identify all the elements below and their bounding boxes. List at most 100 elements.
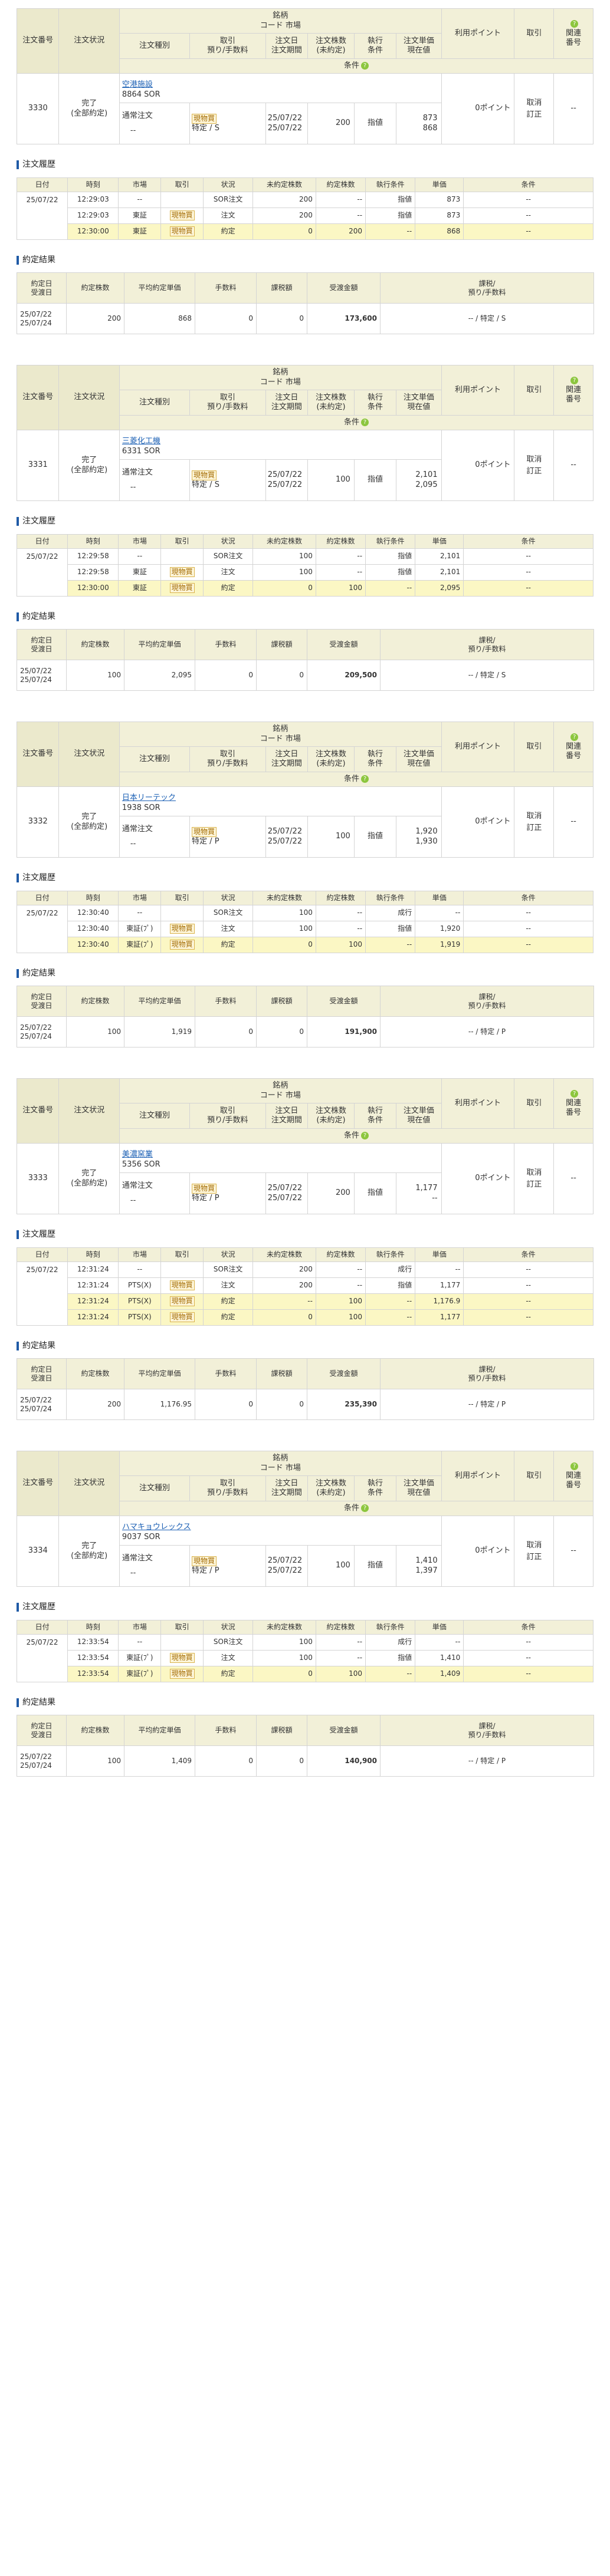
history-filled-text: -- — [357, 908, 363, 917]
order-type: 通常注文 — [122, 468, 153, 477]
question-circle-icon[interactable]: ? — [570, 19, 579, 28]
question-circle-icon[interactable]: ? — [570, 376, 579, 384]
question-circle-icon[interactable]: ? — [570, 733, 579, 741]
stock-name-link[interactable]: 日本リーテック — [122, 793, 176, 802]
price-cell: 2,101 2,095 — [396, 459, 442, 501]
modify-link[interactable]: 訂正 — [526, 110, 542, 119]
stock-header: 銘柄 — [273, 368, 288, 377]
th-date-period-2: 注文期間 — [271, 1116, 302, 1125]
history-filled: -- — [315, 191, 366, 208]
stock-cell: 三菱化工機 6331 SOR — [119, 430, 442, 460]
history-unfilled-text: 200 — [299, 1281, 313, 1289]
cancel-link[interactable]: 取消 — [526, 1168, 542, 1177]
history-header-cell: 単価 — [415, 1619, 464, 1635]
history-time: 12:31:24 — [67, 1261, 119, 1278]
fill-header-text: 平均約定単価 — [138, 1369, 181, 1378]
exec-cell: 指値 — [353, 1545, 397, 1587]
history-section-title: 注文履歴 — [17, 1602, 593, 1613]
fill-header-qty: 約定株数 — [66, 1358, 124, 1389]
history-header-text: 時刻 — [86, 536, 100, 545]
history-time-text: 12:31:24 — [77, 1265, 109, 1273]
fill-section-title: 約定結果 — [17, 255, 593, 266]
cancel-link[interactable]: 取消 — [526, 812, 542, 821]
th-price: 注文単価 現在値 — [396, 1103, 442, 1129]
history-status: 注文 — [203, 1649, 254, 1666]
modify-link[interactable]: 訂正 — [526, 467, 542, 476]
history-exec: 指値 — [365, 191, 416, 208]
question-circle-icon[interactable]: ? — [360, 418, 369, 426]
fill-fee-text: 0 — [248, 1027, 253, 1036]
fill-title: 約定結果 — [22, 1697, 55, 1707]
question-circle-icon[interactable]: ? — [360, 1131, 369, 1139]
stock-name-link[interactable]: 三菱化工機 — [122, 437, 160, 446]
qty-cell: 100 — [307, 459, 355, 501]
order-type-header: 注文種別 — [139, 398, 170, 407]
history-unfilled-text: 100 — [299, 552, 313, 560]
question-circle-icon[interactable]: ? — [570, 1089, 579, 1098]
history-cond-text: -- — [526, 908, 531, 917]
history-filled-text: 100 — [349, 584, 363, 592]
condition-header: 条件 — [343, 417, 359, 427]
th-exec: 執行 条件 — [353, 1475, 397, 1501]
stock-name-link[interactable]: 美濃窯業 — [122, 1150, 153, 1159]
modify-link[interactable]: 訂正 — [526, 1553, 542, 1562]
history-unfilled-text: 0 — [308, 940, 313, 948]
history-time: 12:33:54 — [67, 1633, 119, 1651]
code-market: 9037 SOR — [122, 1532, 160, 1541]
fill-amount: 140,900 — [307, 1745, 381, 1777]
history-market-text: 東証(ﾌﾟ) — [126, 924, 153, 933]
history-market-text: PTS(X) — [127, 1281, 152, 1289]
fill-amount-text: 209,500 — [345, 671, 377, 679]
fill-tax-text: 0 — [299, 314, 304, 322]
th-trade-fee-2: 預り/手数料 — [207, 1488, 248, 1498]
fill-fee-text: 0 — [248, 314, 253, 322]
modify-link[interactable]: 訂正 — [526, 823, 542, 832]
cancel-link[interactable]: 取消 — [526, 98, 542, 107]
cancel-link[interactable]: 取消 — [526, 1541, 542, 1550]
history-header-cell: 日付 — [16, 533, 68, 549]
fill-date-text: 25/07/22 — [20, 1752, 52, 1761]
account-type: 特定 / S — [192, 480, 219, 489]
stock-name-link[interactable]: 空港施設 — [122, 80, 153, 89]
fill-qty: 100 — [66, 1745, 124, 1777]
th-order-type: 注文種別 — [119, 390, 191, 416]
trade-kind-cell: 現物買 特定 / P — [189, 1172, 266, 1214]
history-exec: -- — [365, 1665, 416, 1682]
history-market: PTS(X) — [118, 1293, 162, 1310]
th-exec-1: 執行 — [368, 1106, 383, 1115]
condition-value: -- — [130, 1195, 136, 1205]
stock-name-link[interactable]: ハマキョウレックス — [122, 1523, 191, 1531]
history-header-cell: 取引 — [160, 1619, 204, 1635]
th-condition: 条件? — [119, 771, 594, 788]
history-trade-badge: 現物買 — [169, 1296, 195, 1306]
modify-link[interactable]: 訂正 — [526, 1180, 542, 1189]
history-date: 25/07/22 — [16, 1261, 68, 1326]
question-circle-icon[interactable]: ? — [360, 1504, 369, 1512]
cancel-cell: 取消 訂正 — [514, 73, 555, 144]
history-status-text: SOR注文 — [213, 1638, 243, 1646]
fill-section-title: 約定結果 — [17, 612, 593, 622]
question-circle-icon[interactable]: ? — [360, 775, 369, 783]
history-header-text: 執行条件 — [376, 536, 405, 545]
code-market-header: コード 市場 — [260, 1463, 301, 1473]
fill-title: 約定結果 — [22, 968, 55, 978]
history-table: 日付 時刻 市場 取引 状況 未約定株数 約定株数 執行条件 単価 条件 25/07/22 12:31… — [16, 1247, 593, 1326]
question-circle-icon[interactable]: ? — [360, 61, 369, 70]
question-circle-icon[interactable]: ? — [570, 1462, 579, 1470]
history-header-cell: 執行条件 — [365, 533, 416, 549]
cancel-link[interactable]: 取消 — [526, 455, 542, 464]
status-text: 完了 — [81, 99, 97, 108]
th-date-period: 注文日 注文期間 — [265, 33, 309, 59]
price-cell: 1,177 -- — [396, 1172, 442, 1214]
fill-header-text: 受渡日 — [31, 288, 53, 297]
trade-kind-cell: 現物買 特定 / S — [189, 103, 266, 144]
history-market: -- — [118, 191, 162, 208]
history-price: -- — [415, 1261, 464, 1278]
history-market-text: 東証(ﾌﾟ) — [126, 1669, 153, 1678]
related-value: -- — [570, 1174, 576, 1183]
history-exec-text: -- — [406, 227, 412, 235]
th-exec: 執行 条件 — [353, 746, 397, 772]
history-header-cell: 未約定株数 — [252, 533, 316, 549]
history-exec: -- — [365, 1309, 416, 1326]
fill-header-date: 約定日 受渡日 — [17, 629, 67, 660]
